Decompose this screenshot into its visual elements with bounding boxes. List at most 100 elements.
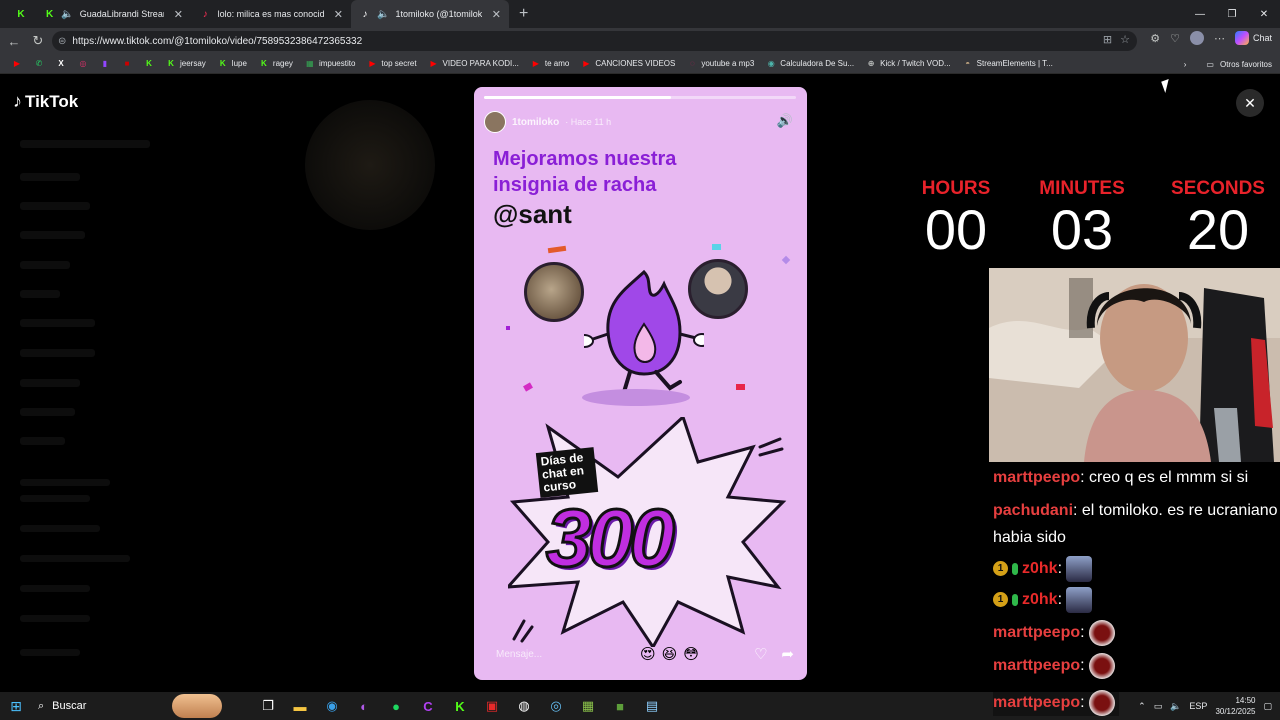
bookmark-item[interactable]: ▶ VIDEO PARA KODI... xyxy=(423,59,525,69)
volume-tray-icon[interactable]: 🔈 xyxy=(1170,701,1181,712)
favorite-star-icon[interactable]: ☆ xyxy=(1120,33,1130,46)
language-indicator[interactable]: ESP xyxy=(1189,701,1207,711)
bookmark-item[interactable]: ▦ impuestito xyxy=(299,59,361,69)
profile-avatar[interactable] xyxy=(1189,31,1204,45)
system-tray: ⌃ ▭ 🔈 ESP 14:50 30/12/2025 ▢ xyxy=(1138,692,1272,720)
emote-image xyxy=(1089,652,1116,679)
app-available-icon[interactable]: ⊞ xyxy=(1103,33,1112,46)
address-bar[interactable]: ⊜ https://www.tiktok.com/@1tomiloko/vide… xyxy=(52,31,1137,51)
like-heart-icon[interactable]: ♡ xyxy=(754,645,767,663)
task-view-icon[interactable]: ❐ xyxy=(252,692,284,720)
close-window-icon[interactable]: ✕ xyxy=(1248,0,1280,28)
chevron-right-icon[interactable]: › xyxy=(1184,60,1187,69)
youtube-icon: ▶ xyxy=(369,59,376,68)
navigation-bar: ← ↻ ⊜ https://www.tiktok.com/@1tomiloko/… xyxy=(0,28,1280,54)
messenger-icon[interactable]: ◐ xyxy=(348,692,380,720)
app-c-icon[interactable]: C xyxy=(412,692,444,720)
chat-message: marttpeepo: xyxy=(993,619,1280,646)
close-tab-icon[interactable]: ✕ xyxy=(492,8,501,21)
copilot-chat-button[interactable]: Chat xyxy=(1234,31,1272,45)
bookmark-item[interactable]: Kragey xyxy=(253,59,299,69)
share-icon[interactable]: ➦ xyxy=(781,645,794,663)
maximize-icon[interactable]: ❐ xyxy=(1216,0,1248,28)
menu-icon[interactable]: ⋯ xyxy=(1214,32,1225,45)
tab-title: lolo: milica es mas conocida que g xyxy=(217,9,324,19)
reaction-flushed-icon[interactable]: 😳 xyxy=(683,645,699,663)
windows-start-icon[interactable]: ⊞ xyxy=(0,692,32,720)
dimmed-sidebar-item xyxy=(20,202,90,210)
bookmark-item[interactable]: ■ xyxy=(116,59,138,69)
story-username[interactable]: 1tomiloko xyxy=(512,117,559,128)
tab-tiktok-active[interactable]: ♪ 🔈 1tomiloko (@1tomiloko) | Tik ✕ xyxy=(351,0,509,28)
bookmark-item[interactable]: ⊕ Kick / Twitch VOD... xyxy=(860,59,957,69)
bookmark-item[interactable]: ◌ youtube a mp3 xyxy=(681,59,760,69)
volume-icon[interactable]: 🔊 xyxy=(777,113,793,129)
other-bookmarks[interactable]: › ▭ Otros favoritos xyxy=(1184,54,1272,74)
kick-icon: K xyxy=(17,8,25,20)
tiktok-logo[interactable]: ♪ TikTok xyxy=(13,91,78,112)
bookmark-item[interactable]: ◓ StreamElements | T... xyxy=(957,59,1059,69)
confetti-shape xyxy=(736,384,745,390)
gem-badge-icon xyxy=(1012,562,1018,575)
bookmark-item[interactable]: K xyxy=(138,59,160,69)
close-tab-icon[interactable]: ✕ xyxy=(174,8,183,21)
tab-guadalibrandi[interactable]: K 🔈 GuadaLibrandi Stream - Wate ✕ xyxy=(36,0,191,28)
bookmark-item[interactable]: ▶ CANCIONES VIDEOS xyxy=(575,59,681,69)
dimmed-sidebar-item xyxy=(20,479,110,486)
close-tab-icon[interactable]: ✕ xyxy=(334,8,343,21)
kick-app-icon[interactable]: K xyxy=(444,692,476,720)
edge-icon[interactable]: ◉ xyxy=(316,692,348,720)
youtube-icon: ▶ xyxy=(532,59,539,68)
video-app-icon[interactable]: ▣ xyxy=(476,692,508,720)
story-viewer[interactable]: 1tomiloko · Hace 11 h 🔊 Mejoramos nuestr… xyxy=(474,87,807,680)
obs-icon[interactable]: ◍ xyxy=(508,692,540,720)
chat-message: marttpeepo: xyxy=(993,690,1120,716)
game-app-icon[interactable]: ▦ xyxy=(572,692,604,720)
mascot-shadow xyxy=(582,389,690,406)
message-input[interactable]: Mensaje... xyxy=(486,643,636,665)
clock-date: 30/12/2025 xyxy=(1215,707,1256,716)
bookmark-item[interactable]: Kjeersay xyxy=(160,59,212,69)
bookmark-item[interactable]: ◎ xyxy=(72,59,94,69)
whatsapp-icon: ✆ xyxy=(35,59,43,68)
steam-icon[interactable]: ◎ xyxy=(540,692,572,720)
minimize-icon[interactable]: — xyxy=(1184,0,1216,28)
extensions-icon[interactable]: ⚙ xyxy=(1150,32,1160,45)
chevron-up-icon[interactable]: ⌃ xyxy=(1138,701,1146,712)
story-avatar[interactable] xyxy=(484,111,506,133)
reaction-laugh-icon[interactable]: 😆 xyxy=(662,645,678,663)
burst-lines xyxy=(758,437,784,457)
notifications-icon[interactable]: ▢ xyxy=(1263,701,1272,712)
tab-kick[interactable]: K xyxy=(0,0,36,28)
bookmark-label: CANCIONES VIDEOS xyxy=(595,59,676,68)
chat-message: 1 z0hk: xyxy=(993,555,1280,582)
bookmark-item[interactable]: ✆ xyxy=(28,59,50,69)
bookmark-item[interactable]: ◉ Calculadora De Su... xyxy=(760,59,860,69)
new-tab-button[interactable]: + xyxy=(509,5,538,23)
clock[interactable]: 14:50 30/12/2025 xyxy=(1215,695,1255,717)
tab-lolo[interactable]: ♪ lolo: milica es mas conocida que g ✕ xyxy=(191,0,351,28)
bookmark-item[interactable]: ▶ xyxy=(6,59,28,69)
close-story-button[interactable]: ✕ xyxy=(1236,89,1264,117)
bookmark-item[interactable]: ▶ top secret xyxy=(361,59,422,69)
bookmark-item[interactable]: ▶ te amo xyxy=(525,59,575,69)
minecraft-icon[interactable]: ■ xyxy=(604,692,636,720)
reaction-heart-eyes-icon[interactable]: 😍 xyxy=(640,645,656,663)
seconds-label: SECONDS xyxy=(1171,178,1265,199)
network-icon[interactable]: ▭ xyxy=(1154,701,1163,712)
reload-icon[interactable]: ↻ xyxy=(26,30,50,52)
browser-essentials-icon[interactable]: ♡ xyxy=(1170,32,1180,45)
bookmark-item[interactable]: ▮ xyxy=(94,59,116,69)
chat-message: marttpeepo: xyxy=(993,652,1280,679)
bookmark-label: te amo xyxy=(544,59,570,68)
notepad-icon[interactable]: ▤ xyxy=(636,692,668,720)
back-icon[interactable]: ← xyxy=(2,30,26,52)
bookmark-item[interactable]: Klupe xyxy=(212,59,253,69)
chat-message: marttpeepo: creo q es el mmm si si xyxy=(993,469,1249,486)
site-info-icon[interactable]: ⊜ xyxy=(58,36,66,47)
spotify-icon[interactable]: ● xyxy=(380,692,412,720)
file-explorer-icon[interactable]: ▬ xyxy=(284,692,316,720)
address-bar-actions: ⊞ ☆ xyxy=(1103,33,1130,46)
story-progress-fill xyxy=(484,96,672,99)
bookmark-item[interactable]: X xyxy=(50,59,72,69)
